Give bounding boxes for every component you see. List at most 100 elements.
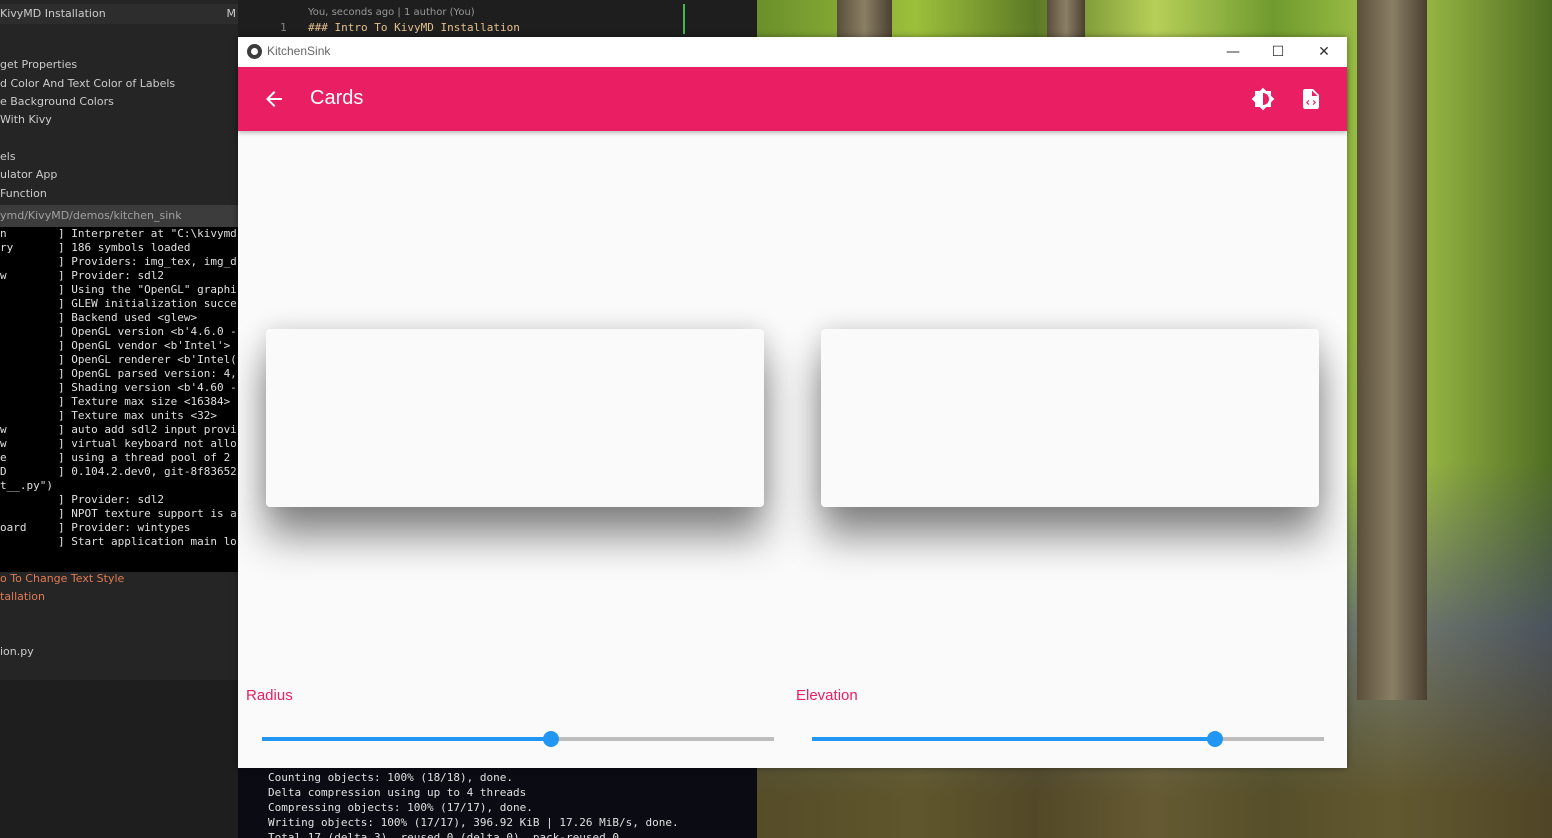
terminal-line: ] Providers: img_tex, img_d (0, 255, 238, 269)
terminal-line: w ] virtual keyboard not allo (0, 437, 238, 451)
terminal-line: ] Backend used <glew> (0, 311, 238, 325)
terminal-line-prefix: ry (0, 241, 14, 254)
terminal-path: ymd/KivyMD/demos/kitchen_sink (0, 209, 182, 222)
terminal-line-prefix: D (0, 465, 7, 478)
terminal-line-text: ] Texture max size <16384> (58, 395, 231, 408)
terminal-line: ] OpenGL version <b'4.6.0 - (0, 325, 238, 339)
terminal-line-text: ] Interpreter at "C:\kivymd (58, 227, 237, 240)
terminal-line: ] OpenGL parsed version: 4, (0, 367, 238, 381)
minimize-button[interactable]: — (1210, 37, 1256, 67)
terminal-line-text: ] OpenGL version <b'4.6.0 - (58, 325, 237, 338)
terminal-line: ] OpenGL vendor <b'Intel'> (0, 339, 238, 353)
explorer-item[interactable]: e Background Colors (0, 95, 114, 108)
terminal-line-text: ] Start application main lo (58, 535, 237, 548)
top-app-bar: Cards (238, 67, 1347, 131)
terminal-line: ] Provider: sdl2 (0, 493, 238, 507)
terminal-path-bar: ymd/KivyMD/demos/kitchen_sink (0, 205, 238, 227)
git-output-line: Compressing objects: 100% (17/17), done. (268, 801, 533, 814)
terminal-line-prefix: e (0, 451, 7, 464)
terminal-line: ] Texture max units <32> (0, 409, 238, 423)
terminal-line-text: ] NPOT texture support is a (58, 507, 237, 520)
terminal-line-text: ] auto add sdl2 input provi (58, 423, 237, 436)
close-button[interactable]: ✕ (1301, 37, 1347, 67)
window-title: KitchenSink (267, 44, 331, 58)
card-left[interactable] (266, 329, 764, 507)
maximize-button[interactable]: ☐ (1255, 37, 1301, 67)
window-titlebar[interactable]: KitchenSink — ☐ ✕ (238, 37, 1347, 67)
terminal-line: oard] Provider: wintypes (0, 521, 238, 535)
terminal-line-text: ] Provider: sdl2 (58, 269, 164, 282)
terminal-line-text: ] OpenGL vendor <b'Intel'> (58, 339, 231, 352)
terminal-line: n ] Interpreter at "C:\kivymd (0, 227, 238, 241)
slider-fill (262, 737, 552, 741)
explorer-item[interactable]: ion.py (0, 645, 34, 658)
terminal-line-text: ] 0.104.2.dev0, git-8f83652 (58, 465, 237, 478)
explorer-item[interactable]: With Kivy (0, 113, 52, 126)
explorer-item[interactable]: d Color And Text Color of Labels (0, 77, 175, 90)
explorer-item[interactable]: get Properties (0, 58, 77, 71)
git-output-line: Delta compression using up to 4 threads (268, 786, 527, 799)
terminal-line-prefix: n (0, 227, 7, 240)
code-pane: You, seconds ago | 1 author (You) 1 ### … (238, 0, 757, 36)
terminal-output: n ] Interpreter at "C:\kivymd ry ] 186 symb… (0, 227, 238, 572)
terminal-line-text: ] OpenGL parsed version: 4, (58, 367, 237, 380)
terminal-line: ] Shading version <b'4.60 - (0, 381, 238, 395)
elevation-label: Elevation (796, 687, 858, 704)
card-right[interactable] (821, 329, 1319, 507)
terminal-line: e ] using a thread pool of 2 (0, 451, 238, 465)
terminal-line-text: ] Using the "OpenGL" graphi (58, 283, 237, 296)
terminal-line: ry ] 186 symbols loaded (0, 241, 238, 255)
explorer-item[interactable]: o To Change Text Style (0, 572, 124, 585)
terminal-line-text: ] GLEW initialization succe (58, 297, 237, 310)
modified-mark: M (226, 7, 237, 20)
terminal-line-text: ] Shading version <b'4.60 - (58, 381, 237, 394)
terminal-line-text: ] using a thread pool of 2 (58, 451, 237, 464)
terminal-line: ] GLEW initialization succe (0, 297, 238, 311)
explorer-header: KivyMD Installation M (0, 4, 238, 24)
git-blame-text: You, seconds ago | 1 author (You) (308, 7, 475, 18)
terminal-line-text: ] Provider: sdl2 (58, 493, 164, 506)
terminal-line: ] Start application main lo (0, 535, 238, 549)
git-output-line: Writing objects: 100% (17/17), 396.92 Ki… (268, 816, 679, 829)
code-line[interactable]: ### Intro To KivyMD Installation (308, 21, 520, 34)
terminal-line: w ] auto add sdl2 input provi (0, 423, 238, 437)
explorer-item[interactable]: els (0, 150, 16, 163)
explorer-item[interactable]: ulator App (0, 168, 57, 181)
slider-fill (812, 737, 1216, 741)
minimap[interactable] (683, 4, 745, 34)
kitchensink-window: KitchenSink — ☐ ✕ Cards Radius Elevation (238, 37, 1347, 768)
terminal-line-prefix: t__.py") (0, 479, 53, 492)
terminal-line-text: ] Texture max units <32> (58, 409, 217, 422)
radius-label: Radius (246, 687, 293, 704)
terminal-line-text: ] 186 symbols loaded (58, 241, 191, 254)
elevation-slider[interactable] (812, 731, 1324, 747)
file-code-icon[interactable] (1299, 87, 1323, 111)
terminal-line: D ] 0.104.2.dev0, git-8f83652 (0, 465, 238, 479)
slider-thumb[interactable] (1207, 731, 1224, 747)
terminal-line-text: ] Providers: img_tex, img_d (58, 255, 237, 268)
explorer-item[interactable]: Function (0, 187, 47, 200)
theme-brightness-icon[interactable] (1251, 87, 1275, 111)
tree-trunk (1357, 0, 1427, 700)
arrow-left-icon[interactable] (262, 87, 286, 111)
terminal-line-text: ] Backend used <glew> (58, 311, 198, 324)
radius-slider[interactable] (262, 731, 774, 747)
terminal-line-prefix: w (0, 423, 7, 436)
terminal-line-prefix: w (0, 269, 7, 282)
terminal-line-prefix: oard (0, 521, 27, 534)
slider-thumb[interactable] (543, 731, 560, 747)
explorer-header-label: KivyMD Installation (0, 7, 106, 20)
explorer-item[interactable]: tallation (0, 590, 45, 603)
terminal-line: t__.py") (0, 479, 238, 493)
page-title: Cards (310, 87, 364, 109)
kivy-app-icon (247, 44, 262, 59)
line-number: 1 (280, 21, 287, 34)
terminal-line: ] OpenGL renderer <b'Intel( (0, 353, 238, 367)
git-output-line: Total 17 (delta 3), reused 0 (delta 0), … (268, 831, 619, 838)
git-output: Counting objects: 100% (18/18), done. Del… (238, 768, 757, 838)
terminal-line-text: ] virtual keyboard not allo (58, 437, 237, 450)
terminal-line-text: ] OpenGL renderer <b'Intel( (58, 353, 237, 366)
terminal-line-prefix: w (0, 437, 7, 450)
terminal-line: w ] Provider: sdl2 (0, 269, 238, 283)
terminal-line: ] NPOT texture support is a (0, 507, 238, 521)
